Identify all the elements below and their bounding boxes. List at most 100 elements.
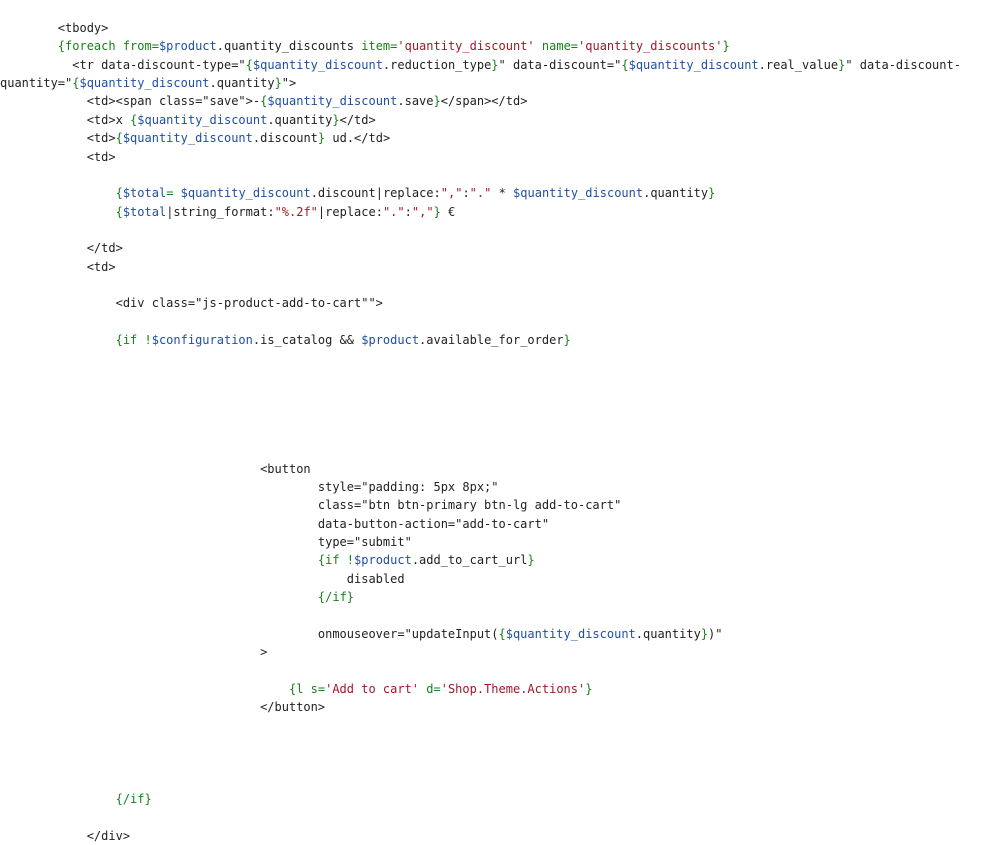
code-token: } [433,204,441,219]
code-token: </td> [339,112,376,127]
code-line: {l s='Add to cart' d='Shop.Theme.Actions… [0,680,1000,698]
code-token: } [433,94,441,109]
code-token: .available_for_order [419,333,564,348]
code-token: $quantity_discount [252,57,383,72]
code-token: " data-discount=" [498,57,622,72]
code-token: .save [397,94,434,109]
code-token: } [700,626,709,641]
code-token: $quantity_discount [513,186,644,201]
code-token: <tbody> [0,21,109,35]
code-token: 'Add to cart' [325,681,420,696]
code-token: $quantity_discount [122,131,253,146]
code-token: { [498,626,506,641]
code-token: <td> [0,131,116,146]
code-line: </td> [0,239,1000,257]
code-line: {/if} [0,790,1000,808]
code-token: |replace: [317,204,383,219]
code-line: disabled [0,570,1000,588]
code-token: { [115,204,123,219]
code-token: .real_value [758,57,839,72]
code-line: <tbody> [0,19,1000,37]
code-token: type="submit" [0,535,412,550]
code-line: </div> [0,827,1000,845]
code-token: class="btn btn-primary btn-lg add-to-car… [0,498,622,513]
code-token: "." [382,204,405,219]
code-token: } [722,39,730,54]
code-token: .quantity [209,76,275,91]
code-token: $total [122,204,167,219]
code-token: .is_catalog && [252,333,362,348]
code-token: .quantity [635,626,701,641]
code-token: $product [361,333,420,348]
code-token: ud.</td> [325,131,391,146]
code-token: $product [158,39,217,54]
code-line: type="submit" [0,533,1000,551]
code-token: : [462,186,470,201]
code-token: quantity=" [0,76,73,91]
code-line: <td> [0,148,1000,166]
code-token: } [491,57,499,72]
code-view: <tbody> {foreach from=$product.quantity_… [0,0,1000,843]
code-token: {/if} [317,590,355,605]
code-token: $quantity_discount [505,626,636,641]
code-token: $quantity_discount [267,94,398,109]
code-token: <button [0,461,311,476]
code-line: {foreach from=$product.quantity_discount… [0,37,1000,55]
code-token: onmouseover="updateInput( [0,626,499,641]
code-line: <td><span class="save">-{$quantity_disco… [0,92,1000,110]
code-token: .add_to_cart_url [411,553,528,568]
code-token: " data-discount- [845,57,961,72]
code-token: .reduction_type [382,57,492,72]
code-line: {$total|string_format:"%.2f"|replace:"."… [0,203,1000,221]
code-token: {if ! [115,333,152,348]
code-token: "," [411,204,434,219]
code-token: "," [440,186,463,201]
code-token: $product [354,553,412,568]
code-token: </span></td> [440,94,528,109]
code-line: <td>{$quantity_discount.discount} ud.</t… [0,129,1000,147]
code-line: {$total= $quantity_discount.discount|rep… [0,184,1000,202]
code-token: } [585,681,593,696]
code-token: 'quantity_discount' [397,39,535,54]
code-token: 'quantity_discounts' [578,39,723,54]
code-token: $quantity_discount [628,57,759,72]
code-token: > [0,645,268,660]
code-token: "%.2f" [274,204,318,219]
code-token: <td><span class="save">- [0,94,261,109]
code-token: { [621,57,629,72]
code-token: .quantity [267,112,333,127]
code-token: {foreach from= [57,39,159,54]
code-token: $quantity_discount [180,186,311,201]
code-token: disabled [0,571,405,586]
code-token: .quantity_discounts [216,39,362,54]
code-line: onmouseover="updateInput({$quantity_disc… [0,625,1000,643]
code-token: name= [541,39,579,54]
code-token: { [245,57,253,72]
code-token: <td> [0,149,116,164]
code-token: .discount [252,131,318,146]
code-token: </div> [0,828,131,843]
code-line: class="btn btn-primary btn-lg add-to-car… [0,496,1000,514]
code-token: 'Shop.Theme.Actions' [440,681,586,696]
code-token: $configuration [151,333,253,348]
code-token: * [491,186,514,201]
code-token: {if ! [317,553,355,568]
